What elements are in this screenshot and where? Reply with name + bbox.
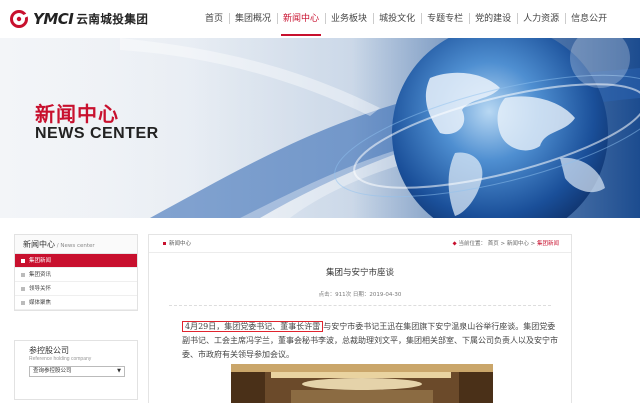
nav-home[interactable]: 首页 xyxy=(199,0,229,38)
article-title: 集团与安宁市座谈 xyxy=(325,268,394,278)
breadcrumb-separator: > xyxy=(530,241,536,247)
divider xyxy=(169,305,551,306)
banner-title-cn: 新闻中心 xyxy=(35,102,119,126)
sidebar-item-group-news[interactable]: 集团新闻 xyxy=(15,254,137,268)
sidebar: 新闻中心 / News center 集团新闻 集团资讯 领导关怀 媒体聚焦 xyxy=(14,234,138,311)
chevron-down-icon: ▼ xyxy=(117,368,121,374)
ymci-logo-icon xyxy=(10,10,32,28)
sidebar-title-en: / News center xyxy=(55,243,95,249)
sidebar-header: 新闻中心 / News center xyxy=(15,235,137,254)
nav-special[interactable]: 专题专栏 xyxy=(421,0,469,38)
sidebar-item-group-info[interactable]: 集团资讯 xyxy=(15,268,137,282)
nav-hr[interactable]: 人力资源 xyxy=(517,0,565,38)
nav-culture[interactable]: 城投文化 xyxy=(373,0,421,38)
sidebar-item-media[interactable]: 媒体聚焦 xyxy=(15,296,137,310)
breadcrumb-current[interactable]: 集团新闻 xyxy=(537,241,559,247)
breadcrumb: ⬥ 当前位置： 首页 > 新闻中心 > 集团新闻 xyxy=(453,235,559,253)
main-nav: 首页 集团概况 新闻中心 业务板块 城投文化 专题专栏 党的建设 人力资源 信息… xyxy=(199,0,613,38)
breadcrumb-separator: > xyxy=(500,241,506,247)
holding-select-value: 查询参控股公司 xyxy=(33,368,72,374)
breadcrumb-bar: 新闻中心 ⬥ 当前位置： 首页 > 新闻中心 > 集团新闻 xyxy=(149,235,571,253)
nav-disclosure[interactable]: 信息公开 xyxy=(565,0,613,38)
sidebar-menu: 新闻中心 / News center 集团新闻 集团资讯 领导关怀 媒体聚焦 xyxy=(14,234,138,311)
breadcrumb-location-label: 当前位置： xyxy=(458,241,486,247)
site-header: YMCI 云南城投集团 首页 集团概况 新闻中心 业务板块 城投文化 专题专栏 … xyxy=(0,0,640,38)
news-banner: 新闻中心 NEWS CENTER xyxy=(0,38,640,218)
nav-party[interactable]: 党的建设 xyxy=(469,0,517,38)
article-body: 4月29日，集团党委书记、董事长许雷 与安宁市委书记王迅在集团旗下安宁温泉山谷举行… xyxy=(182,320,560,362)
article-meta: 点击：911次 日期：2019-04-30 xyxy=(318,292,402,298)
highlighted-text: 4月29日，集团党委书记、董事长许雷 xyxy=(182,321,324,332)
article-panel: 新闻中心 ⬥ 当前位置： 首页 > 新闻中心 > 集团新闻 集团与安宁市座谈 点… xyxy=(148,234,572,403)
breadcrumb-news-center[interactable]: 新闻中心 xyxy=(507,241,529,247)
logo-text-cn: 云南城投集团 xyxy=(76,12,149,26)
holding-company-box: 参控股公司 Reference holding company 查询参控股公司 … xyxy=(14,340,138,400)
sidebar-item-leadership[interactable]: 领导关怀 xyxy=(15,282,137,296)
article-photo xyxy=(231,364,493,403)
meeting-room-photo xyxy=(231,364,493,403)
site-logo[interactable]: YMCI 云南城投集团 xyxy=(10,9,148,29)
holding-subtitle: Reference holding company xyxy=(29,356,92,362)
nav-business[interactable]: 业务板块 xyxy=(325,0,373,38)
holding-company-select[interactable]: 查询参控股公司 ▼ xyxy=(29,366,125,377)
nav-about[interactable]: 集团概况 xyxy=(229,0,277,38)
location-pin-icon: ⬥ xyxy=(452,240,457,247)
sidebar-title: 新闻中心 xyxy=(23,240,55,249)
banner-title-en: NEWS CENTER xyxy=(35,125,159,142)
logo-text-en: YMCI xyxy=(33,10,74,28)
nav-news[interactable]: 新闻中心 xyxy=(277,0,325,38)
section-label: 新闻中心 xyxy=(163,235,191,253)
holding-title: 参控股公司 xyxy=(29,346,69,355)
breadcrumb-home[interactable]: 首页 xyxy=(488,241,499,247)
